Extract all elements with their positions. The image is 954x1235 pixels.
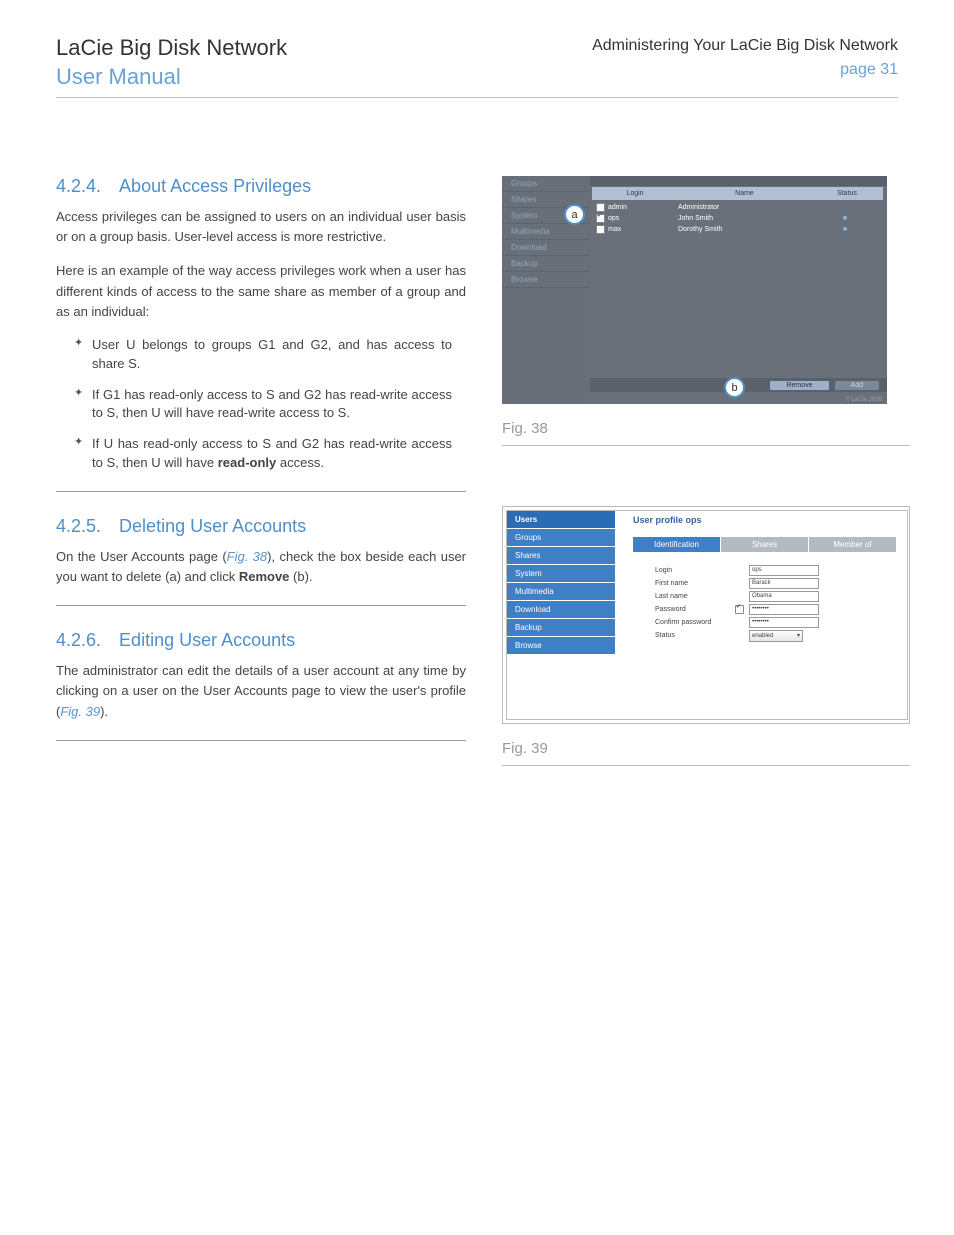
confirm-label: Confirm password xyxy=(655,619,735,626)
bullet-1: User U belongs to groups G1 and G2, and … xyxy=(74,336,452,374)
t: (b). xyxy=(289,569,312,584)
para-424-2: Here is an example of the way access pri… xyxy=(56,261,466,321)
fig39-side-groups: Groups xyxy=(507,529,615,547)
lastname-input[interactable]: Obama xyxy=(749,591,819,602)
page-number: page 31 xyxy=(592,58,898,82)
heading-425: 4.2.5. Deleting User Accounts xyxy=(56,516,466,537)
chevron-down-icon: ▾ xyxy=(797,632,800,639)
fig38-th-login: Login xyxy=(592,190,678,197)
doc-title: LaCie Big Disk Network xyxy=(56,34,287,63)
fig39-side-backup: Backup xyxy=(507,619,615,637)
heading-num: 4.2.5. xyxy=(56,516,101,536)
fig39-side-browse: Browse xyxy=(507,637,615,655)
password-label: Password xyxy=(655,606,735,613)
divider xyxy=(56,605,466,606)
doc-subtitle: User Manual xyxy=(56,63,287,92)
fig38-login-admin: admin xyxy=(608,204,627,211)
firstname-input[interactable]: Barack xyxy=(749,578,819,589)
tab-memberof[interactable]: Member of xyxy=(809,537,897,552)
checkbox-icon[interactable] xyxy=(596,214,605,223)
fig38-name-admin: Administrator xyxy=(678,204,809,211)
heading-text: About Access Privileges xyxy=(119,176,311,196)
page-header: LaCie Big Disk Network User Manual Admin… xyxy=(56,34,898,98)
heading-424: 4.2.4. About Access Privileges xyxy=(56,176,466,197)
heading-text: Deleting User Accounts xyxy=(119,516,306,536)
para-424-1: Access privileges can be assigned to use… xyxy=(56,207,466,247)
fig38-side-backup: Backup xyxy=(502,256,590,272)
checkbox-icon[interactable] xyxy=(735,605,744,614)
login-input[interactable]: ops xyxy=(749,565,819,576)
fig39-side-shares: Shares xyxy=(507,547,615,565)
divider xyxy=(56,740,466,741)
fig38-login-ops: ops xyxy=(608,215,619,222)
remove-bold: Remove xyxy=(239,569,290,584)
fig38-name-dorothy: Dorothy Smith xyxy=(678,226,809,233)
fig39-side-multimedia: Multimedia xyxy=(507,583,615,601)
password-input[interactable]: •••••••• xyxy=(749,604,819,615)
firstname-label: First name xyxy=(655,580,735,587)
fig38-name-john: John Smith xyxy=(678,215,809,222)
fig38-th-name: Name xyxy=(678,190,811,197)
add-button[interactable]: Add xyxy=(835,381,879,390)
lastname-label: Last name xyxy=(655,593,735,600)
checkbox-icon[interactable] xyxy=(596,225,605,234)
heading-426: 4.2.6. Editing User Accounts xyxy=(56,630,466,651)
fig38-login-max: max xyxy=(608,226,621,233)
fig39-link[interactable]: Fig. 39 xyxy=(60,704,100,719)
divider xyxy=(56,491,466,492)
heading-text: Editing User Accounts xyxy=(119,630,295,650)
heading-num: 4.2.4. xyxy=(56,176,101,196)
figure-39-wrap: Users Groups Shares System Multimedia Do… xyxy=(502,506,910,724)
fig39-caption: Fig. 39 xyxy=(502,740,910,766)
status-select[interactable]: enabled ▾ xyxy=(749,630,803,642)
figure-39: Users Groups Shares System Multimedia Do… xyxy=(506,510,908,720)
fig38-status: ■ xyxy=(809,215,881,222)
fig39-side-download: Download xyxy=(507,601,615,619)
t: ). xyxy=(100,704,108,719)
bullet-3-bold: read-only xyxy=(218,455,277,470)
t: On the User Accounts page ( xyxy=(56,549,227,564)
bullet-3c: access. xyxy=(276,455,324,470)
confirm-input[interactable]: •••••••• xyxy=(749,617,819,628)
fig38-side-browse: Browse xyxy=(502,272,590,288)
fig39-title: User profile ops xyxy=(615,511,907,525)
heading-num: 4.2.6. xyxy=(56,630,101,650)
status-value: enabled xyxy=(752,633,773,639)
login-label: Login xyxy=(655,567,735,574)
status-label: Status xyxy=(655,632,735,639)
fig38-link[interactable]: Fig. 38 xyxy=(227,549,268,564)
fig38-status: ■ xyxy=(809,226,881,233)
tab-shares[interactable]: Shares xyxy=(721,537,809,552)
fig39-side-system: System xyxy=(507,565,615,583)
figure-38: Groups Shares System Multimedia Download… xyxy=(502,176,887,404)
section-title: Administering Your LaCie Big Disk Networ… xyxy=(592,34,898,58)
callout-b: b xyxy=(724,377,745,398)
para-425-1: On the User Accounts page (Fig. 38), che… xyxy=(56,547,466,587)
fig38-caption: Fig. 38 xyxy=(502,420,910,446)
fig38-side-multimedia: Multimedia xyxy=(502,224,590,240)
tab-identification[interactable]: Identification xyxy=(633,537,721,552)
remove-button[interactable]: Remove xyxy=(770,381,828,390)
fig38-th-status: Status xyxy=(811,190,883,197)
fig38-side-download: Download xyxy=(502,240,590,256)
bullet-2: If G1 has read-only access to S and G2 h… xyxy=(74,386,452,424)
fig38-side-groups: Groups xyxy=(502,176,590,192)
t: The administrator can edit the details o… xyxy=(56,663,466,718)
fig38-copyright: © LaCie 2008 xyxy=(845,397,882,403)
fig39-side-users: Users xyxy=(507,511,615,529)
bullet-3: If U has read-only access to S and G2 ha… xyxy=(74,435,452,473)
checkbox-icon[interactable] xyxy=(596,203,605,212)
para-426-1: The administrator can edit the details o… xyxy=(56,661,466,721)
